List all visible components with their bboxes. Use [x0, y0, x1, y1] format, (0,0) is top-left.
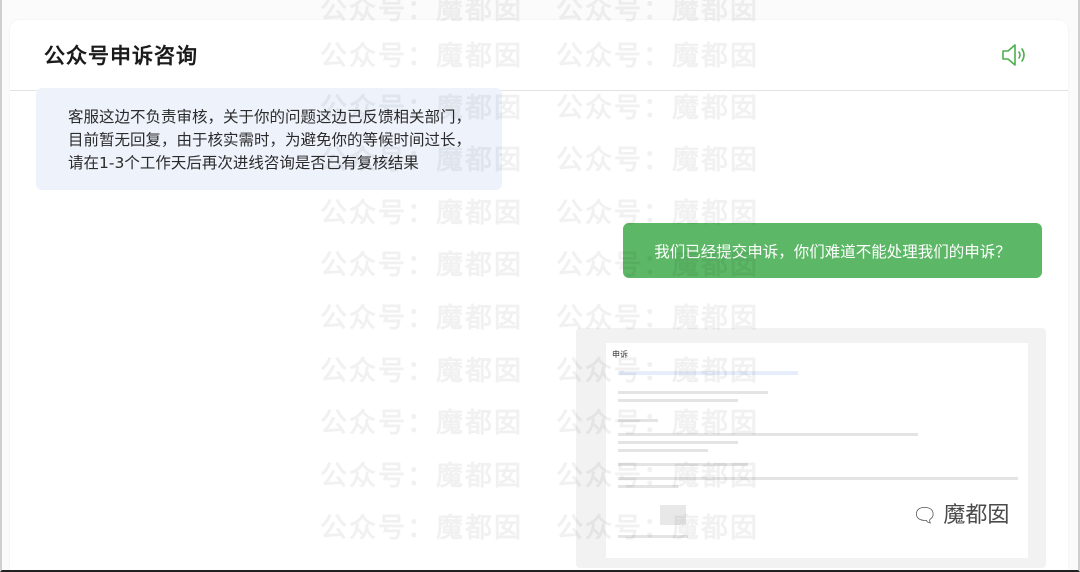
speaker-icon[interactable]: [1000, 42, 1030, 68]
screenshot-text-line: [618, 463, 748, 466]
watermark-logo-text: 魔都囡: [943, 503, 1010, 528]
page-title: 公众号申诉咨询: [44, 44, 198, 68]
watermark-logo: 🗨 魔都囡: [912, 497, 1009, 529]
screenshot-notice-line: [618, 371, 798, 375]
screenshot-text-line: [618, 441, 738, 444]
screenshot-text-line: [618, 449, 708, 452]
screenshot-text-line: [618, 433, 918, 436]
screenshot-title: 申诉: [612, 350, 628, 359]
screenshot-text-line: [618, 399, 738, 402]
chat-header: 公众号申诉咨询: [10, 20, 1068, 91]
user-message-bubble: 我们已经提交申诉，你们难道不能处理我们的申诉？: [623, 223, 1042, 278]
wechat-icon: 🗨: [912, 503, 938, 527]
screenshot-text-line: [618, 535, 688, 538]
screenshot-text-line: [618, 391, 768, 394]
screenshot-text-line: [618, 419, 658, 422]
attached-screenshot[interactable]: 申诉: [576, 328, 1046, 568]
service-message-bubble: 客服这边不负责审核，关于你的问题这边已反馈相关部门，目前暂无回复，由于核实需时，…: [36, 88, 502, 190]
chat-window: 公众号申诉咨询 客服这边不负责审核，关于你的问题这边已反馈相关部门，目前暂无回复…: [10, 20, 1068, 570]
screenshot-text-line: [618, 477, 1018, 480]
screenshot-text-line: [618, 485, 678, 488]
user-message-text: 我们已经提交申诉，你们难道不能处理我们的申诉？: [654, 243, 1011, 261]
service-message-text: 客服这边不负责审核，关于你的问题这边已反馈相关部门，目前暂无回复，由于核实需时，…: [68, 108, 472, 172]
screenshot-thumbnail: [660, 505, 686, 525]
